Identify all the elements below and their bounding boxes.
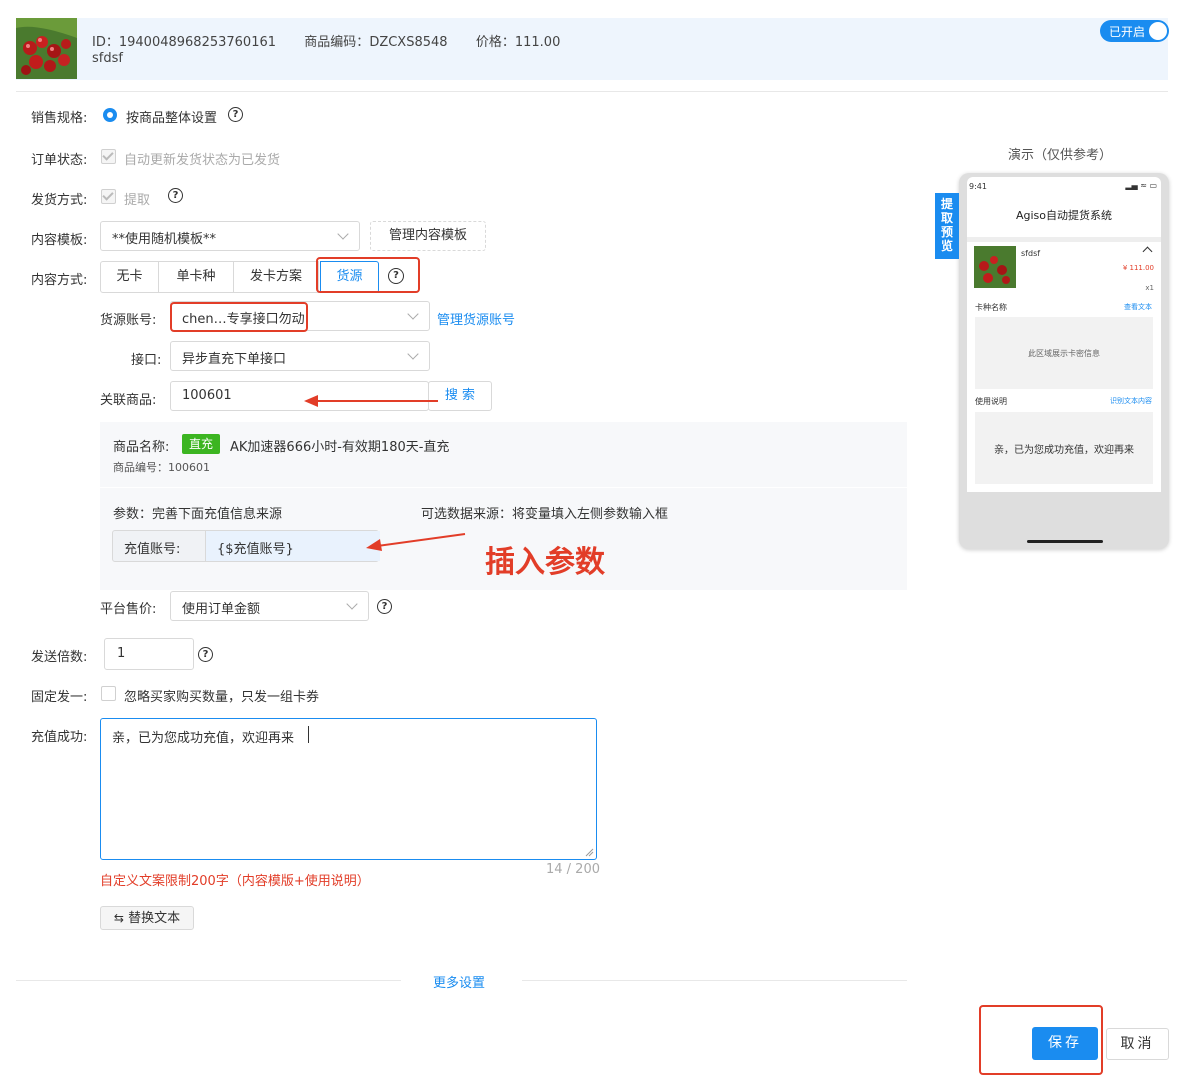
help-icon[interactable]: ? (228, 107, 243, 122)
product-code: 商品编号：100601 (113, 461, 210, 474)
app-title: Agiso自动提货系统 (1015, 209, 1113, 222)
annotation-arrow (366, 533, 466, 551)
fixed-one-option: 忽略买家购买数量，只发一组卡券 (124, 690, 320, 705)
annotation-box (170, 302, 308, 332)
help-icon[interactable]: ? (168, 188, 183, 203)
save-button[interactable]: 保存 (1032, 1027, 1098, 1060)
optional-source-text: 可选数据来源：将变量填入左侧参数输入框 (421, 507, 669, 522)
chevron-up-icon (1142, 246, 1153, 257)
delivery-method-checkbox[interactable] (101, 189, 116, 204)
preview-qty: x1 (1145, 284, 1154, 292)
linked-product-name: AK加速器666小时-有效期180天-直充 (230, 440, 450, 455)
toggle-knob (1149, 22, 1167, 40)
platform-price-select[interactable]: 使用订单金额 (170, 591, 369, 621)
send-multiplier-label: 发送倍数: (31, 650, 88, 665)
recharge-account-input[interactable]: {$充值账号} (205, 531, 380, 561)
send-multiplier-input[interactable]: 1 (104, 638, 194, 670)
manage-template-button[interactable]: 管理内容模板 (370, 221, 486, 251)
manage-source-account-link[interactable]: 管理货源账号 (437, 309, 515, 328)
direct-charge-badge: 直充 (182, 434, 221, 454)
product-info-panel (100, 422, 907, 487)
preview-body: sfdsf ¥ 111.00 x1 卡种名称 查看文本 此区域展示卡密信息 使用… (967, 237, 1161, 492)
divider (522, 980, 907, 981)
chevron-down-icon (337, 228, 349, 240)
char-counter: 14 / 200 (546, 862, 600, 877)
chevron-down-icon (407, 348, 419, 360)
annotation-insert-params: 插入参数 (485, 545, 605, 580)
length-limit-warning: 自定义文案限制200字（内容模版+使用说明） (100, 874, 370, 889)
interface-label: 接口: (131, 353, 162, 368)
help-icon[interactable]: ? (198, 647, 213, 662)
delivery-method-label: 发货方式: (31, 193, 88, 208)
phone-preview: 9:41 ▂▄ ≈ ▭ Agiso自动提货系统 sfdsf ¥ 111.00 x… (959, 173, 1169, 549)
cancel-button[interactable]: 取消 (1106, 1028, 1169, 1060)
preview-thumbnail (974, 246, 1016, 288)
text-cursor (308, 726, 309, 743)
status-time: 9:41 (969, 182, 987, 191)
order-status-checkbox[interactable] (101, 149, 116, 164)
content-template-label: 内容模板: (31, 233, 88, 248)
replace-text-button[interactable]: ⇆ 替换文本 (100, 906, 194, 930)
usage-label: 使用说明 (975, 397, 1007, 406)
home-indicator (1027, 540, 1103, 543)
divider (16, 91, 1168, 92)
extract-preview-tab[interactable]: 提取预览 (935, 193, 959, 259)
enable-toggle[interactable]: 已开启 (1100, 20, 1169, 42)
chevron-down-icon (346, 598, 358, 610)
tab-no-card[interactable]: 无卡 (100, 261, 159, 293)
sales-spec-label: 销售规格: (31, 111, 88, 126)
product-name-label: 商品名称: (113, 440, 170, 455)
linked-product-label: 关联商品: (100, 393, 157, 408)
tab-card-plan[interactable]: 发卡方案 (233, 261, 319, 293)
chevron-down-icon (407, 308, 419, 320)
recharge-success-label: 充值成功: (31, 730, 88, 745)
help-icon[interactable]: ? (377, 599, 392, 614)
resize-handle-icon (585, 848, 594, 857)
order-status-label: 订单状态: (31, 153, 88, 168)
product-meta: ID：1940048968253760161 商品编码：DZCXS8548 价格… (92, 35, 561, 50)
content-mode-label: 内容方式: (31, 273, 88, 288)
divider (16, 980, 401, 981)
preview-price: ¥ 111.00 (1122, 264, 1154, 272)
status-icons: ▂▄ ≈ ▭ (1125, 181, 1157, 190)
view-text-link[interactable]: 查看文本 (1124, 302, 1152, 312)
card-type-label: 卡种名称 (975, 303, 1007, 312)
source-account-label: 货源账号: (100, 313, 157, 328)
annotation-box (316, 257, 420, 293)
sales-spec-option: 按商品整体设置 (126, 111, 218, 126)
usage-area: 亲，已为您成功充值，欢迎再来 (975, 412, 1153, 484)
order-status-option: 自动更新发货状态为已发货 (124, 153, 281, 168)
replace-icon: ⇆ (113, 911, 124, 925)
recharge-account-field: 充值账号: {$充值账号} (112, 530, 380, 562)
sales-spec-radio[interactable] (103, 108, 117, 122)
card-area: 此区域展示卡密信息 (975, 317, 1153, 389)
product-thumbnail (16, 18, 77, 79)
more-settings-link[interactable]: 更多设置 (433, 972, 485, 991)
delivery-method-option: 提取 (124, 193, 151, 208)
interface-select[interactable]: 异步直充下单接口 (170, 341, 430, 371)
params-title: 参数：完善下面充值信息来源 (113, 507, 283, 522)
preview-product-name: sfdsf (1021, 249, 1041, 258)
identify-text-link[interactable]: 识别文本内容 (1110, 396, 1152, 406)
fixed-one-label: 固定发一: (31, 690, 88, 705)
fixed-one-checkbox[interactable] (101, 686, 116, 701)
recharge-success-textarea[interactable]: 亲，已为您成功充值，欢迎再来 (100, 718, 597, 860)
content-template-select[interactable]: **使用随机模板** (100, 221, 360, 251)
product-name: sfdsf (92, 51, 123, 66)
preview-title: 演示（仅供参考） (1008, 148, 1113, 163)
annotation-arrow (304, 395, 438, 407)
tab-single-card[interactable]: 单卡种 (158, 261, 234, 293)
platform-price-label: 平台售价: (100, 602, 157, 617)
